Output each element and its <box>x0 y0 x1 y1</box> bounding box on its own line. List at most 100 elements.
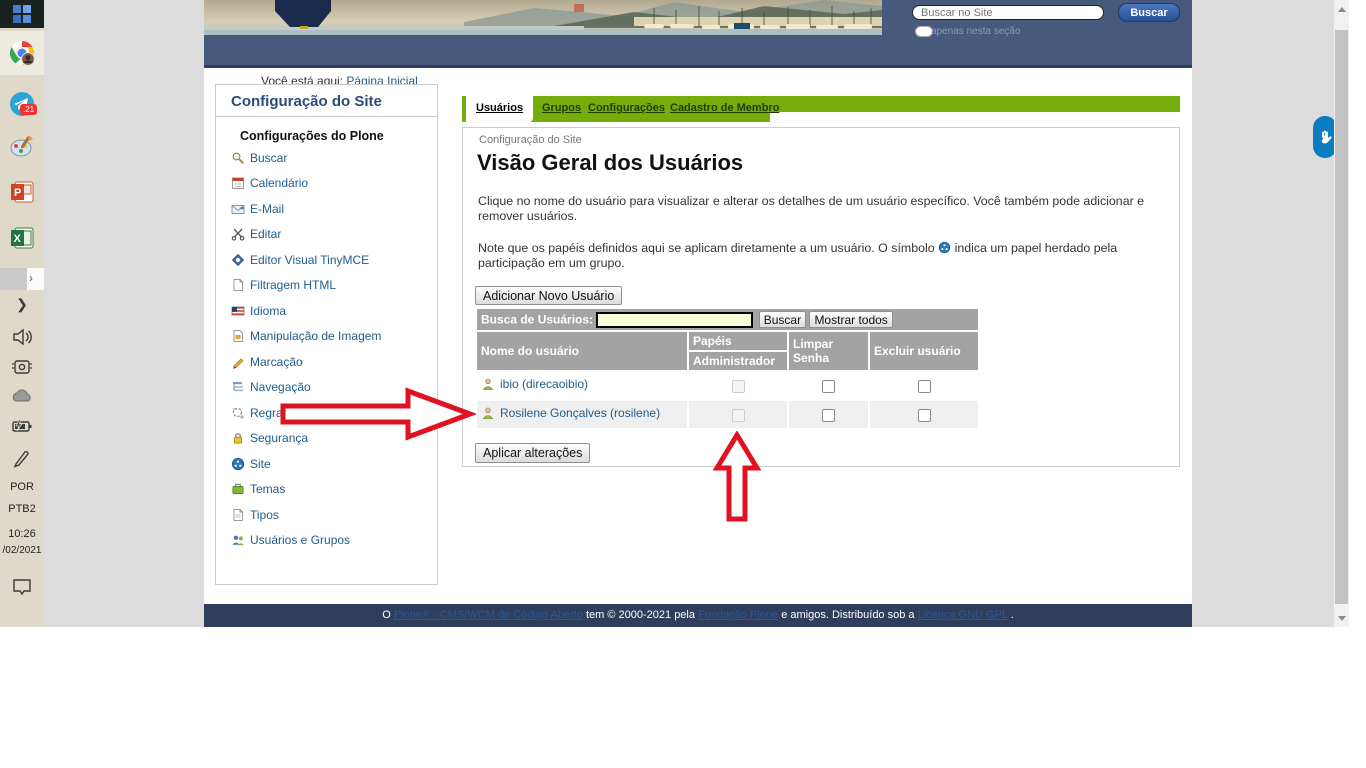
user-link-ibio[interactable]: ibio (direcaoibio) <box>481 377 588 391</box>
table-row: ibio (direcaoibio) <box>477 372 978 399</box>
reset-password-checkbox-ibio[interactable] <box>822 380 835 393</box>
clock-date[interactable]: /02/2021 <box>0 545 44 556</box>
sidebar-item-calendario[interactable]: Calendário <box>216 171 437 197</box>
site-search: Buscar apenas nesta seção <box>912 5 1182 65</box>
sidebar-item-editar[interactable]: Editar <box>216 222 437 248</box>
sidebar-item-email[interactable]: E-Mail <box>216 196 437 222</box>
telegram-badge: .21 <box>20 104 37 115</box>
portlet-item-list: Buscar Calendário E-Mail Editar Editor V… <box>216 145 437 553</box>
excel-icon: X <box>9 225 35 251</box>
column-name: Nome do usuário <box>477 332 687 370</box>
cloud-icon[interactable] <box>0 388 44 409</box>
footer-text: O <box>382 609 394 621</box>
chrome-taskbar-button[interactable] <box>0 31 44 75</box>
sidebar-item-manipulacao-de-imagem[interactable]: Manipulação de Imagem <box>216 324 437 350</box>
footer-text: . <box>1008 609 1014 621</box>
sidebar-item-buscar[interactable]: Buscar <box>216 145 437 171</box>
powerpoint-taskbar-button[interactable]: P <box>0 170 44 214</box>
scissors-icon <box>231 227 245 241</box>
sidebar-item-site[interactable]: Site <box>216 451 437 477</box>
svg-text:P: P <box>14 187 21 199</box>
user-search-input[interactable] <box>596 312 753 328</box>
volume-icon[interactable] <box>0 328 44 351</box>
screen: .21 P X <box>0 0 1366 768</box>
site-setup-portlet: Configuração do Site Configurações do Pl… <box>215 84 438 585</box>
email-icon <box>231 202 245 216</box>
delete-user-checkbox-rosilene[interactable] <box>918 409 931 422</box>
chevron-right-icon[interactable]: ❯ <box>0 296 44 313</box>
sidebar-item-label: Temas <box>250 482 285 496</box>
search-icon <box>231 151 245 165</box>
start-button[interactable] <box>0 0 44 28</box>
themes-icon <box>231 482 245 496</box>
excel-taskbar-button[interactable]: X <box>0 216 44 260</box>
show-all-button[interactable]: Mostrar todos <box>809 311 892 328</box>
delete-user-checkbox-ibio[interactable] <box>918 380 931 393</box>
group-role-icon <box>938 241 951 254</box>
chrome-icon <box>8 39 36 67</box>
reset-password-checkbox-rosilene[interactable] <box>822 409 835 422</box>
footer-license-link[interactable]: Licença GNU GPL <box>918 609 1008 621</box>
site-footer: O Plone® - CMS/WCM de Código Aberto tem … <box>204 604 1192 627</box>
sidebar-item-label: Usuários e Grupos <box>250 533 350 547</box>
tab-cadastro-de-membro[interactable]: Cadastro de Membro <box>660 96 789 122</box>
site-logo[interactable] <box>275 0 333 30</box>
language-indicator-line2[interactable]: PTB2 <box>0 503 44 515</box>
tinymce-icon <box>231 253 245 267</box>
tablet-icon[interactable] <box>0 358 44 381</box>
scroll-down-arrow[interactable] <box>1334 611 1349 625</box>
site-search-input[interactable] <box>912 5 1104 20</box>
footer-text: tem © 2000-2021 pela <box>583 609 698 621</box>
sidebar-item-label: Buscar <box>250 151 287 165</box>
pen-icon[interactable] <box>0 448 44 473</box>
user-link-rosilene[interactable]: Rosilene Gonçalves (rosilene) <box>481 406 660 420</box>
vertical-scrollbar[interactable] <box>1334 0 1349 627</box>
user-search-button[interactable]: Buscar <box>759 311 806 328</box>
add-new-user-button[interactable]: Adicionar Novo Usuário <box>475 286 622 305</box>
scrollbar-thumb[interactable] <box>1335 30 1348 604</box>
sidebar-item-tipos[interactable]: Tipos <box>216 502 437 528</box>
sidebar-item-label: Manipulação de Imagem <box>250 329 381 343</box>
site-search-button[interactable]: Buscar <box>1118 3 1180 22</box>
sidebar-item-label: E-Mail <box>250 202 284 216</box>
user-name: Rosilene Gonçalves (rosilene) <box>500 406 660 420</box>
page-title: Visão Geral dos Usuários <box>477 150 743 176</box>
overflow-chevron-icon: › <box>29 271 33 285</box>
svg-text:X: X <box>14 233 22 245</box>
paint-taskbar-button[interactable] <box>0 124 44 168</box>
sidebar-item-label: Calendário <box>250 176 308 190</box>
user-search-row: Busca de Usuários: Buscar Mostrar todos <box>477 309 978 330</box>
sidebar-item-label: Tipos <box>250 508 279 522</box>
apply-changes-button[interactable]: Aplicar alterações <box>475 443 590 463</box>
battery-icon[interactable] <box>0 418 44 439</box>
users-table-header: Nome do usuário Papéis Limpar Senha Excl… <box>477 332 978 350</box>
language-indicator-line1[interactable]: POR <box>0 481 44 493</box>
start-icon <box>12 4 32 24</box>
sidebar-item-filtragem-html[interactable]: Filtragem HTML <box>216 273 437 299</box>
footer-foundation-link[interactable]: Fundação Plone <box>698 609 778 621</box>
tab-usuarios[interactable]: Usuários <box>466 96 533 122</box>
sidebar-item-idioma[interactable]: Idioma <box>216 298 437 324</box>
sidebar-item-editor-visual-tinymce[interactable]: Editor Visual TinyMCE <box>216 247 437 273</box>
sidebar-item-label: Idioma <box>250 304 286 318</box>
sidebar-item-usuarios-e-grupos[interactable]: Usuários e Grupos <box>216 528 437 554</box>
notifications-icon[interactable] <box>0 578 44 601</box>
overflow-thumb <box>0 268 27 290</box>
image-icon <box>231 329 245 343</box>
user-search-label: Busca de Usuários: <box>481 313 593 327</box>
scroll-up-arrow[interactable] <box>1334 2 1349 16</box>
admin-role-checkbox-rosilene <box>732 409 745 422</box>
flag-icon <box>231 304 245 318</box>
subcolumn-administrador: Administrador <box>689 352 787 370</box>
sidebar-item-marcacao[interactable]: Marcação <box>216 349 437 375</box>
sidebar-item-label: Site <box>250 457 271 471</box>
pencil-icon <box>231 355 245 369</box>
parent-site-setup-link[interactable]: Configuração do Site <box>479 134 582 146</box>
clock-time[interactable]: 10:26 <box>0 528 44 540</box>
sidebar-item-temas[interactable]: Temas <box>216 477 437 503</box>
taskbar: .21 P X <box>0 0 44 627</box>
taskbar-overflow[interactable]: › <box>0 268 44 290</box>
footer-plone-link[interactable]: Plone® - CMS/WCM de Código Aberto <box>394 609 583 621</box>
hand-icon <box>1318 129 1332 145</box>
table-row: Rosilene Gonçalves (rosilene) <box>477 401 978 428</box>
